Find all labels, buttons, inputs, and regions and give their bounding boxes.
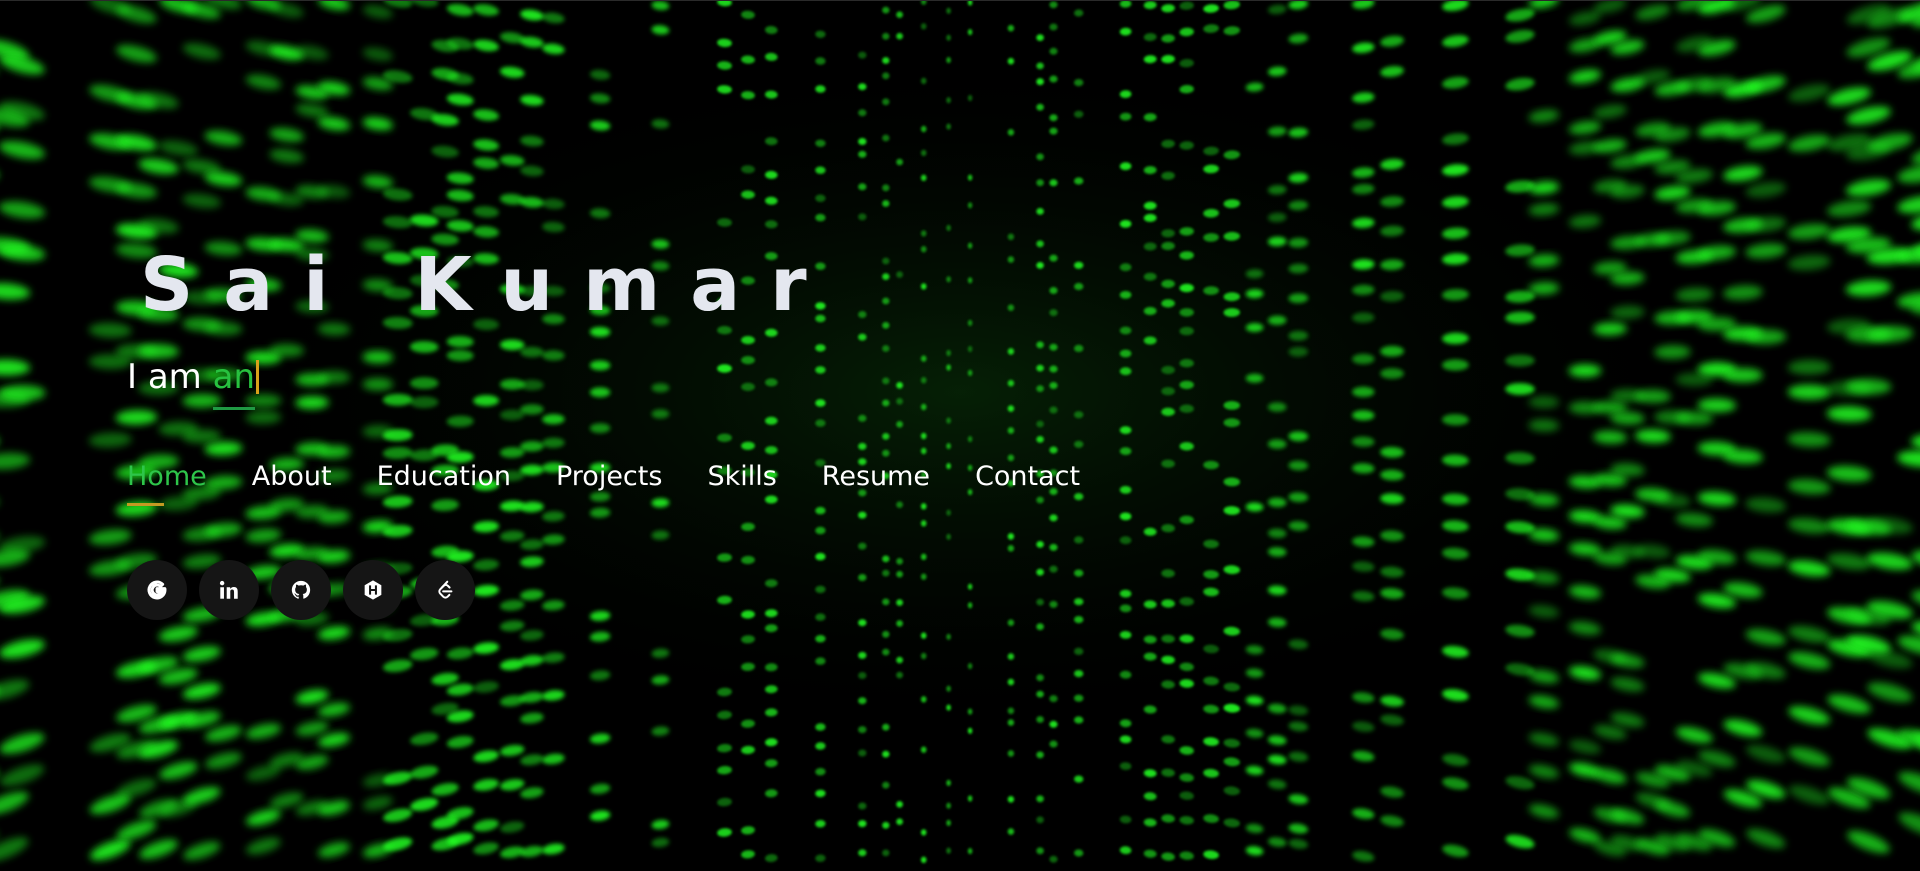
nav-item-home[interactable]: Home — [127, 460, 207, 506]
github-link-button[interactable] — [271, 560, 331, 620]
hackerrank-link-button[interactable] — [343, 560, 403, 620]
leetcode-icon — [438, 580, 453, 599]
social-links — [127, 560, 487, 620]
nav-item-resume[interactable]: Resume — [822, 460, 930, 494]
google-link-button[interactable] — [127, 560, 187, 620]
linkedin-icon — [219, 580, 238, 599]
hero-section: Sai Kumar I am an Home About Education P… — [0, 0, 1920, 871]
typed-text: an — [212, 357, 255, 410]
hero-content: Sai Kumar I am an Home About Education P… — [0, 0, 1920, 871]
linkedin-link-button[interactable] — [199, 560, 259, 620]
google-icon — [147, 580, 167, 600]
nav-item-skills[interactable]: Skills — [707, 460, 776, 494]
nav-item-about[interactable]: About — [252, 460, 332, 494]
page-title: Sai Kumar — [140, 242, 837, 328]
leetcode-link-button[interactable] — [415, 560, 475, 620]
main-nav: Home About Education Projects Skills Res… — [127, 460, 1125, 506]
hackerrank-icon — [364, 580, 382, 600]
nav-item-education[interactable]: Education — [377, 460, 511, 494]
nav-item-projects[interactable]: Projects — [556, 460, 662, 494]
nav-item-contact[interactable]: Contact — [975, 460, 1080, 494]
typing-caret — [256, 360, 259, 394]
tagline: I am an — [127, 357, 259, 410]
github-icon — [291, 580, 311, 599]
tagline-prefix: I am — [127, 357, 213, 397]
